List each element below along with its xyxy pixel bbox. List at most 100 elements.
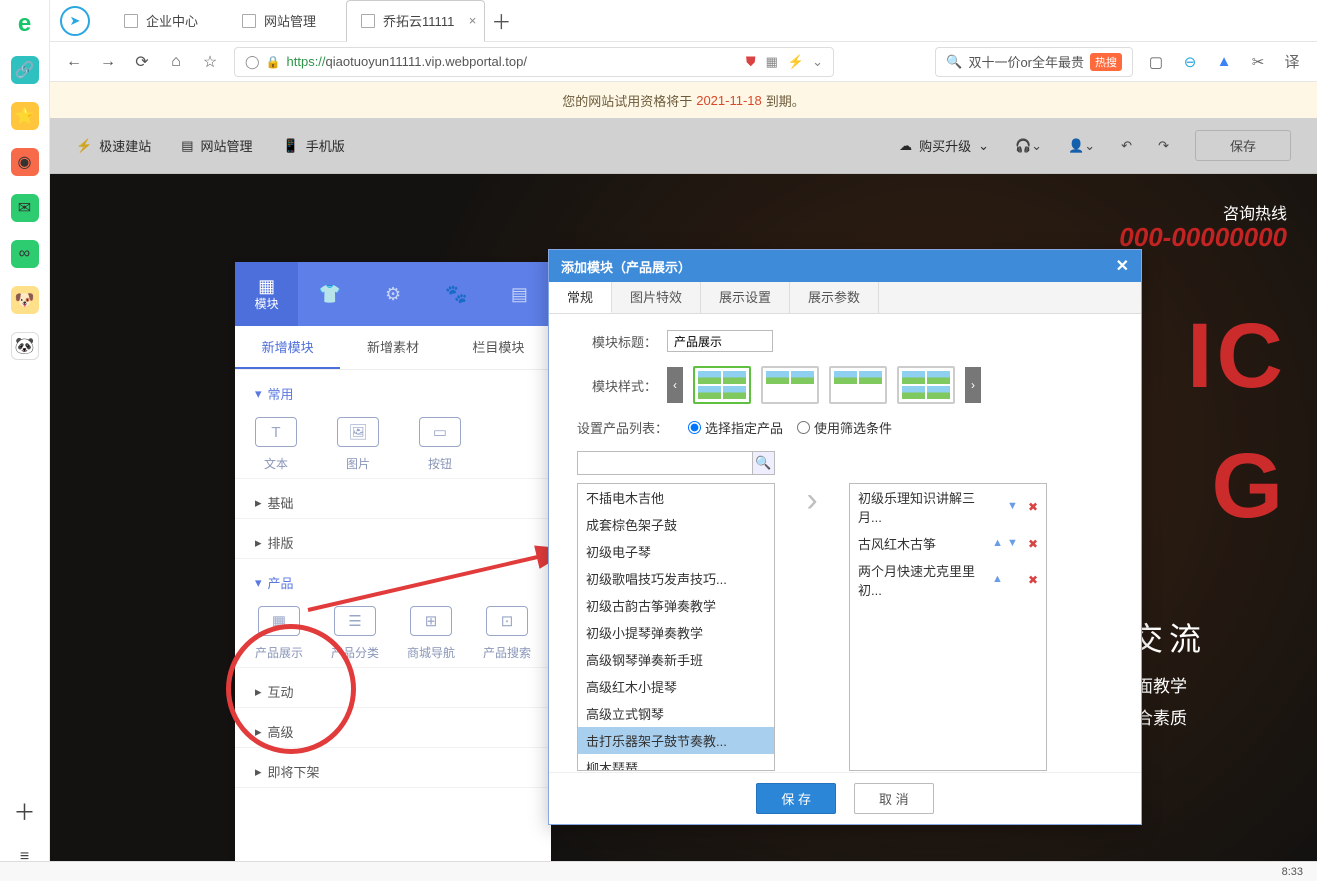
style-option-2[interactable] xyxy=(761,366,819,404)
chevron-down-icon[interactable]: ⌄ xyxy=(812,54,823,70)
section-common-header[interactable]: ▾常用 xyxy=(255,384,531,403)
move-down-icon[interactable]: ▼ xyxy=(1007,500,1018,514)
tile-image[interactable]: 🖼图片 xyxy=(337,417,379,472)
style-prev-button[interactable]: ‹ xyxy=(667,367,683,403)
panel-tab-3[interactable]: ⚙ xyxy=(361,262,424,326)
tile-mall-nav[interactable]: ⊞商城导航 xyxy=(407,606,455,661)
dlg-tab-general[interactable]: 常规 xyxy=(549,282,612,313)
home-button[interactable]: ⌂ xyxy=(166,52,186,72)
tile-product-display[interactable]: ▦产品展示 xyxy=(255,606,303,661)
available-products-list[interactable]: 不插电木吉他成套棕色架子鼓初级电子琴初级歌唱技巧发声技巧...初级古韵古筝弹奏教… xyxy=(577,483,775,771)
section-product-header[interactable]: ▾产品 xyxy=(255,573,531,592)
list-item[interactable]: 柳木琵琶 xyxy=(578,754,774,771)
selected-products-list[interactable]: 初级乐理知识讲解三月...▼✖古风红木古筝▲▼✖两个月快速尤克里里初...▲✖ xyxy=(849,483,1047,771)
delete-icon[interactable]: ✖ xyxy=(1028,573,1038,587)
tab-1[interactable]: 网站管理 xyxy=(228,0,346,42)
radio-use-filter[interactable]: 使用筛选条件 xyxy=(797,418,892,437)
save-page-button[interactable]: 保存 xyxy=(1195,130,1291,161)
radio-select-products[interactable]: 选择指定产品 xyxy=(688,418,783,437)
topnav-mobile[interactable]: 📱手机版 xyxy=(283,136,345,155)
panel-tab-modules[interactable]: ▦模块 xyxy=(235,262,298,326)
redo-button[interactable]: ↷ xyxy=(1158,138,1169,154)
dialog-cancel-button[interactable]: 取 消 xyxy=(854,783,934,814)
selected-item[interactable]: 两个月快速尤克里里初...▲✖ xyxy=(850,557,1046,603)
close-dialog-button[interactable]: ✕ xyxy=(1116,256,1129,276)
section-basic-header[interactable]: ▸基础 xyxy=(255,493,531,512)
scissors-icon[interactable]: ✂ xyxy=(1247,51,1269,73)
back-button[interactable]: ← xyxy=(64,52,84,72)
section-layout-header[interactable]: ▸排版 xyxy=(255,533,531,552)
radio-input[interactable] xyxy=(797,421,810,434)
product-search-box[interactable]: 🔍 xyxy=(577,451,775,475)
list-item[interactable]: 高级钢琴弹奏新手班 xyxy=(578,646,774,673)
selected-item[interactable]: 初级乐理知识讲解三月...▼✖ xyxy=(850,484,1046,530)
buy-upgrade[interactable]: ☁购买升级⌄ xyxy=(899,136,989,155)
new-tab-button[interactable]: ＋ xyxy=(485,6,517,35)
search-icon[interactable]: 🔍 xyxy=(752,452,774,474)
list-item[interactable]: 初级古韵古筝弹奏教学 xyxy=(578,592,774,619)
list-item[interactable]: 击打乐器架子鼓节奏教... xyxy=(578,727,774,754)
dlg-tab-effects[interactable]: 图片特效 xyxy=(612,282,701,313)
tile-button[interactable]: ▭按钮 xyxy=(419,417,461,472)
undo-button[interactable]: ↶ xyxy=(1121,138,1132,154)
delete-icon[interactable]: ✖ xyxy=(1028,537,1038,551)
sidebar-app1-icon[interactable]: 🐶 xyxy=(11,286,39,314)
delete-icon[interactable]: ✖ xyxy=(1028,500,1038,514)
list-item[interactable]: 初级小提琴弹奏教学 xyxy=(578,619,774,646)
tab-0[interactable]: 企业中心 xyxy=(110,0,228,42)
move-down-icon[interactable]: ▼ xyxy=(1007,537,1018,551)
sidebar-add-icon[interactable]: ＋ xyxy=(11,797,39,825)
panel-tab-5[interactable]: ▤ xyxy=(488,262,551,326)
list-item[interactable]: 初级歌唱技巧发声技巧... xyxy=(578,565,774,592)
style-option-4[interactable] xyxy=(897,366,955,404)
panel-tab-2[interactable]: 👕 xyxy=(298,262,361,326)
sidebar-cloud-icon[interactable]: ∞ xyxy=(11,240,39,268)
panel-tab-4[interactable]: 🐾 xyxy=(425,262,488,326)
topnav-fast[interactable]: ⚡极速建站 xyxy=(76,136,151,155)
tab-2[interactable]: 乔拓云11111× xyxy=(346,0,485,42)
address-bar[interactable]: ◯ 🔒 https://qiaotuoyun11111.vip.webporta… xyxy=(234,47,834,77)
selected-item[interactable]: 古风红木古筝▲▼✖ xyxy=(850,530,1046,557)
list-item[interactable]: 初级电子琴 xyxy=(578,538,774,565)
subtab-column-module[interactable]: 栏目模块 xyxy=(446,326,551,369)
flash-icon[interactable]: ⚡ xyxy=(788,54,804,70)
section-soon-header[interactable]: ▸即将下架 xyxy=(255,762,531,781)
tile-text[interactable]: T文本 xyxy=(255,417,297,472)
list-item[interactable]: 高级红木小提琴 xyxy=(578,673,774,700)
block-icon[interactable]: ⊖ xyxy=(1179,51,1201,73)
dlg-tab-params[interactable]: 展示参数 xyxy=(790,282,879,313)
qr-icon[interactable]: ▦ xyxy=(766,54,778,70)
forward-button[interactable]: → xyxy=(98,52,118,72)
sidebar-mail-icon[interactable]: ✉ xyxy=(11,194,39,222)
headset-menu[interactable]: 🎧⌄ xyxy=(1015,138,1042,154)
module-title-input[interactable] xyxy=(667,330,773,352)
blocker-icon[interactable]: ⛊ xyxy=(746,54,756,70)
list-item[interactable]: 成套棕色架子鼓 xyxy=(578,511,774,538)
tile-product-category[interactable]: ☰产品分类 xyxy=(331,606,379,661)
section-advanced-header[interactable]: ▸高级 xyxy=(255,722,531,741)
translate-icon[interactable]: 译 xyxy=(1281,51,1303,73)
list-item[interactable]: 不插电木吉他 xyxy=(578,484,774,511)
radio-input[interactable] xyxy=(688,421,701,434)
sidebar-star-icon[interactable]: ⭐ xyxy=(11,102,39,130)
style-next-button[interactable]: › xyxy=(965,367,981,403)
style-option-1[interactable] xyxy=(693,366,751,404)
move-up-icon[interactable]: ▲ xyxy=(992,573,1003,587)
sidebar-weibo-icon[interactable]: ◉ xyxy=(11,148,39,176)
favorite-button[interactable]: ☆ xyxy=(200,52,220,72)
move-right-button[interactable]: › xyxy=(806,483,817,517)
sidebar-icon-1[interactable]: 🔗 xyxy=(11,56,39,84)
style-option-3[interactable] xyxy=(829,366,887,404)
sidebar-app2-icon[interactable]: 🐼 xyxy=(11,332,39,360)
compass-icon[interactable]: ➤ xyxy=(60,6,90,36)
triangle-icon[interactable]: ▲ xyxy=(1213,51,1235,73)
section-interact-header[interactable]: ▸互动 xyxy=(255,682,531,701)
close-icon[interactable]: × xyxy=(469,13,477,28)
dlg-tab-display[interactable]: 展示设置 xyxy=(701,282,790,313)
search-box[interactable]: 🔍 双十一价or全年最贵 热搜 xyxy=(935,47,1133,77)
reload-button[interactable]: ⟳ xyxy=(132,52,152,72)
move-up-icon[interactable]: ▲ xyxy=(992,537,1003,551)
book-icon[interactable]: ▢ xyxy=(1145,51,1167,73)
subtab-add-module[interactable]: 新增模块 xyxy=(235,326,340,369)
dialog-save-button[interactable]: 保 存 xyxy=(756,783,836,814)
